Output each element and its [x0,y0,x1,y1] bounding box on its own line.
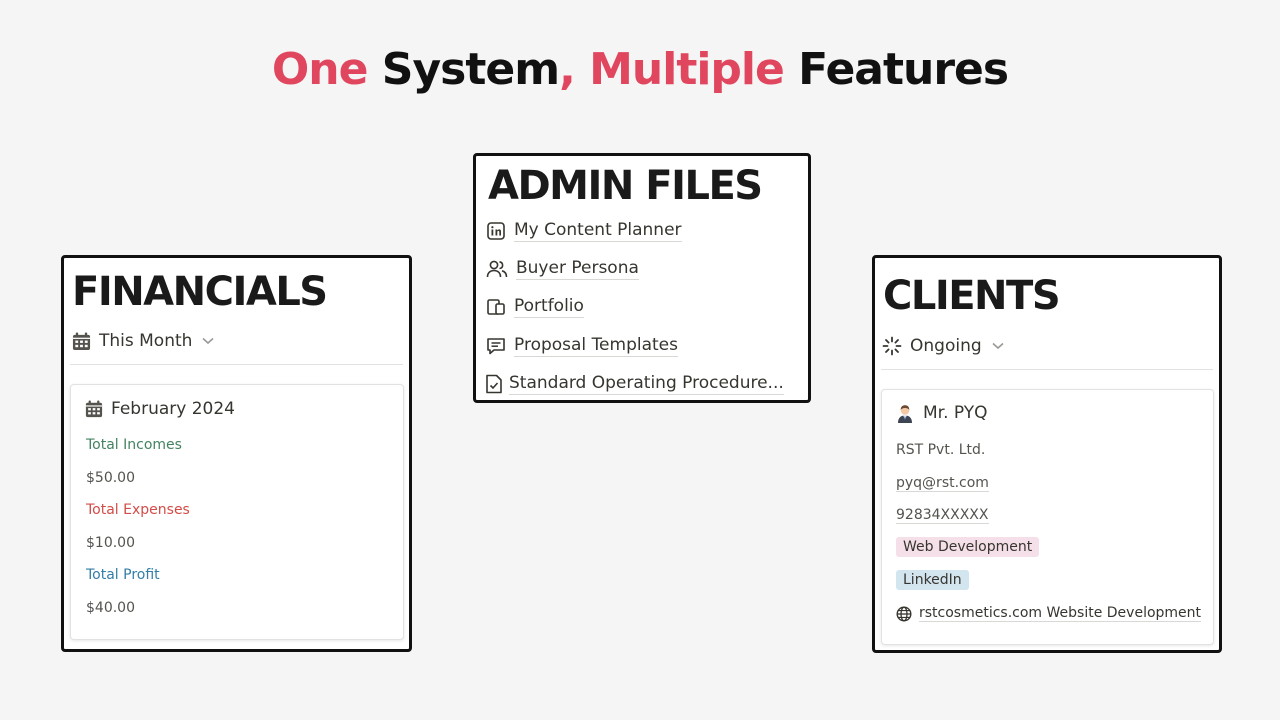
source-tag: LinkedIn [896,570,969,590]
client-email-link[interactable]: pyq@rst.com [896,475,989,492]
financials-divider [70,364,403,365]
admin-item-portfolio[interactable]: Portfolio [486,296,584,318]
total-expenses-value: $10.00 [86,535,135,551]
loading-icon [882,336,902,356]
client-card[interactable]: Mr. PYQ RST Pvt. Ltd. pyq@rst.com 92834X… [881,389,1214,645]
total-profit-label: Total Profit [86,567,160,583]
admin-files-title: ADMIN FILES [488,163,763,209]
clients-card: CLIENTS Ongoing Mr. PYQ RST Pvt. Ltd. py… [872,255,1222,653]
financials-card: FINANCIALS This Month February 2024 Tota… [61,255,412,652]
headline-part-one: One [271,44,369,95]
businessman-avatar-icon [895,403,915,423]
linkedin-icon [486,221,506,241]
client-email[interactable]: pyq@rst.com [896,475,989,492]
clients-title: CLIENTS [883,273,1061,319]
total-incomes-label: Total Incomes [86,437,182,453]
document-check-icon [485,374,503,394]
financials-title: FINANCIALS [72,269,328,315]
clients-divider [881,369,1213,370]
chat-bubble-icon [486,336,506,356]
financials-entry-title-row: February 2024 [85,399,235,419]
page-headline: One System, Multiple Features [0,44,1280,95]
admin-item-label: Proposal Templates [514,335,678,357]
admin-item-label: My Content Planner [514,220,682,242]
client-name: Mr. PYQ [923,403,988,423]
users-icon [486,259,508,279]
headline-part-multiple: , Multiple [559,44,785,95]
clients-view-label: Ongoing [910,336,982,356]
client-company: RST Pvt. Ltd. [896,442,986,458]
client-phone[interactable]: 92834XXXXX [896,507,989,524]
globe-icon [896,605,912,622]
admin-item-label: Portfolio [514,296,584,318]
calendar-icon [85,400,103,418]
client-project-link[interactable]: rstcosmetics.com Website Development [896,605,1202,622]
financials-view-selector[interactable]: This Month [72,331,214,351]
financials-entry-title: February 2024 [111,399,235,419]
client-source-tag-row: LinkedIn [896,570,969,590]
service-tag: Web Development [896,537,1040,557]
client-service-tag-row: Web Development [896,537,1040,557]
total-incomes-value: $50.00 [86,470,135,486]
chevron-down-icon [992,342,1004,350]
calendar-icon [72,331,91,351]
total-profit-value: $40.00 [86,600,135,616]
client-phone-link[interactable]: 92834XXXXX [896,507,989,524]
admin-item-buyer-persona[interactable]: Buyer Persona [486,258,639,280]
headline-part-system: System [367,44,560,95]
total-expenses-label: Total Expenses [86,502,190,518]
admin-files-card: ADMIN FILES My Content Planner Buyer Per… [473,153,811,403]
financials-entry-card[interactable]: February 2024 Total Incomes $50.00 Total… [70,384,404,640]
admin-item-proposal-templates[interactable]: Proposal Templates [486,335,678,357]
admin-item-sop[interactable]: Standard Operating Procedure... [485,373,784,395]
financials-view-label: This Month [99,331,193,351]
client-name-row: Mr. PYQ [895,403,988,423]
chevron-down-icon [202,337,214,345]
admin-item-label: Standard Operating Procedure... [509,373,784,395]
clients-view-selector[interactable]: Ongoing [882,336,1004,356]
client-project: rstcosmetics.com Website Development [919,605,1202,622]
headline-part-features: Features [783,44,1009,95]
admin-item-label: Buyer Persona [516,258,639,280]
admin-item-content-planner[interactable]: My Content Planner [486,220,682,242]
portfolio-icon [486,297,506,317]
